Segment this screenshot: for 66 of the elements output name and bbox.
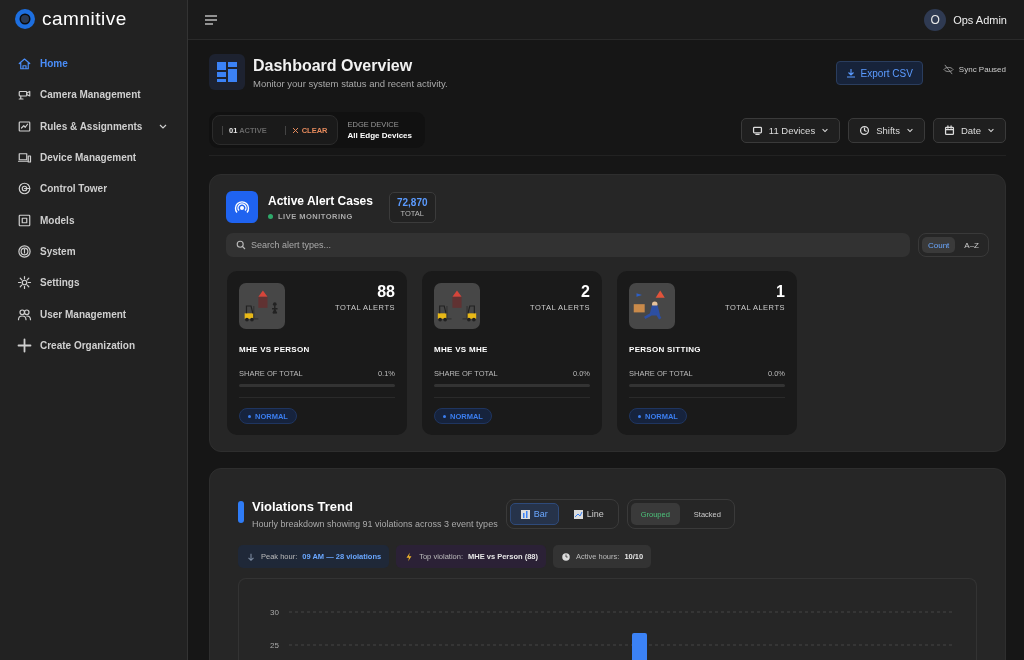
eye-off-icon bbox=[942, 64, 954, 75]
filter-dropdown[interactable]: 11 Devices bbox=[740, 117, 841, 143]
alert-count: 1 bbox=[775, 283, 785, 301]
export-button[interactable]: Export CSV bbox=[835, 61, 923, 85]
settings-icon bbox=[17, 275, 32, 291]
filter-dropdown[interactable]: Date bbox=[932, 117, 1006, 143]
accent-bar bbox=[238, 501, 244, 523]
alert-type-name: MHE VS MHE bbox=[434, 345, 489, 354]
chevron-icon bbox=[905, 126, 914, 134]
axis-tick-label: 25 bbox=[270, 641, 279, 650]
chart-type-tab[interactable]: Bar bbox=[509, 503, 559, 525]
alert-type-name: MHE VS PERSON bbox=[239, 345, 311, 354]
brand-name: camnitive bbox=[42, 8, 127, 30]
sidebar-item[interactable]: User Management bbox=[0, 298, 187, 330]
section-title: Active Alert Cases bbox=[268, 193, 373, 208]
chart-type-tab[interactable]: Line bbox=[562, 503, 615, 525]
close-icon bbox=[291, 126, 299, 134]
menu-icon[interactable] bbox=[204, 13, 218, 26]
status-dot bbox=[268, 213, 273, 219]
arrow-icon bbox=[246, 551, 256, 562]
broadcast-icon bbox=[226, 191, 258, 223]
home-icon bbox=[17, 56, 32, 72]
sidebar-item[interactable]: System bbox=[0, 235, 187, 268]
logo-icon bbox=[14, 8, 36, 30]
bar-chart-icon bbox=[520, 509, 530, 519]
page-subtitle: Monitor your system status and recent activity. bbox=[253, 78, 448, 89]
users-icon bbox=[17, 306, 32, 322]
chevron-icon bbox=[821, 126, 830, 134]
section-title: Violations Trend bbox=[252, 499, 354, 514]
sync-status: Sync Paused bbox=[958, 65, 1006, 74]
chevron-icon bbox=[987, 126, 995, 134]
monitor-icon bbox=[751, 124, 763, 136]
alert-count: 2 bbox=[580, 283, 590, 301]
devices-icon bbox=[17, 150, 32, 166]
sidebar-item[interactable]: Rules & Assignments bbox=[0, 110, 187, 142]
clock-icon bbox=[561, 551, 571, 562]
chart-icon bbox=[17, 118, 32, 134]
filter-dropdown[interactable]: Shifts bbox=[848, 117, 925, 143]
edge-device-value[interactable]: All Edge Devices bbox=[347, 131, 412, 140]
line-chart-icon bbox=[573, 509, 583, 519]
sidebar-item[interactable]: Control Tower bbox=[0, 173, 187, 205]
total-value: 72,870 bbox=[396, 196, 428, 208]
clock-icon bbox=[859, 124, 871, 136]
sidebar-item[interactable]: Home bbox=[0, 48, 187, 80]
calendar-icon bbox=[943, 124, 955, 136]
user-avatar[interactable]: O bbox=[924, 8, 947, 31]
sort-toggle[interactable]: A–Z bbox=[958, 237, 985, 253]
alert-type-name: PERSON SITTING bbox=[629, 345, 702, 354]
forklifts-icon bbox=[436, 288, 478, 324]
user-name[interactable]: Ops Admin bbox=[953, 13, 1007, 26]
download-icon bbox=[845, 68, 856, 78]
section-subtitle: Hourly breakdown showing 91 violations across 3 event types bbox=[252, 519, 498, 529]
sidebar-item[interactable]: Settings bbox=[0, 267, 187, 299]
sidebar-item[interactable]: Device Management bbox=[0, 141, 187, 174]
search-field[interactable]: Search alert types... bbox=[226, 233, 910, 257]
plus-icon bbox=[17, 337, 32, 353]
alert-count: 88 bbox=[376, 283, 395, 301]
chart-bar bbox=[632, 633, 647, 660]
sort-toggle[interactable]: Count bbox=[921, 237, 956, 253]
axis-tick-label: 30 bbox=[270, 608, 279, 617]
page-title: Dashboard Overview bbox=[253, 57, 414, 75]
sidebar-item[interactable]: Models bbox=[0, 204, 187, 236]
sidebar-item[interactable]: Create Organization bbox=[0, 329, 187, 361]
sidebar-item[interactable]: Camera Management bbox=[0, 79, 187, 111]
square-icon bbox=[17, 212, 32, 228]
dashboard-icon bbox=[209, 54, 245, 90]
